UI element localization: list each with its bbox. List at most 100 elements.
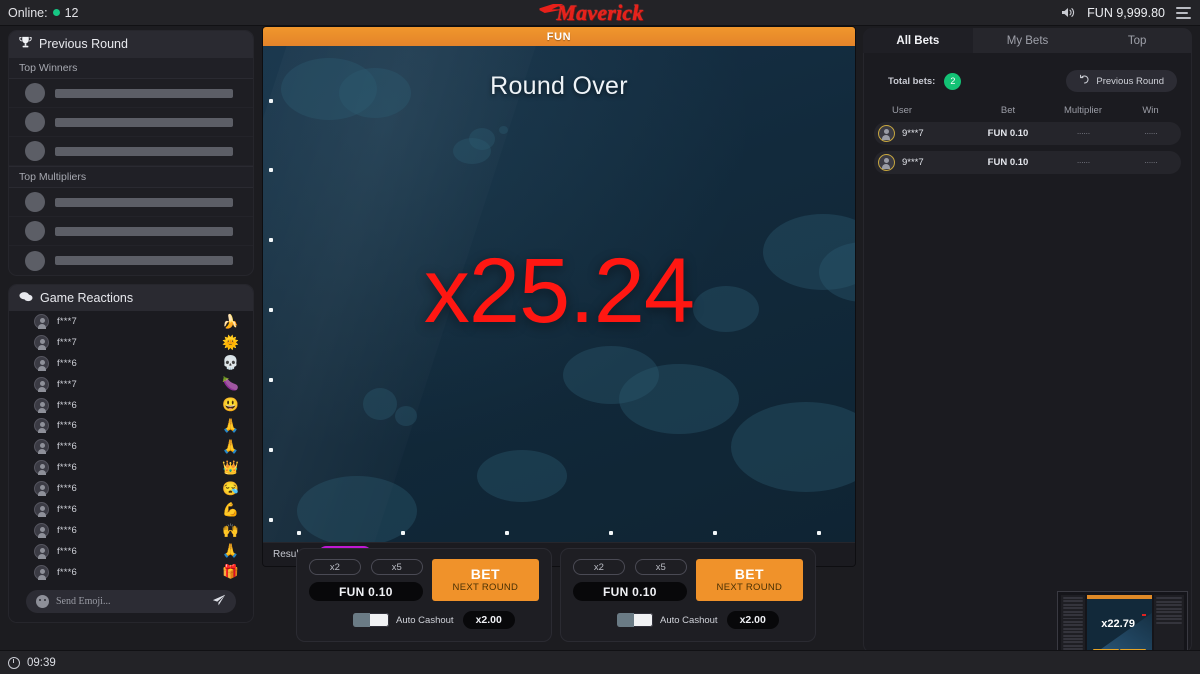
reactions-list[interactable]: f***7 🍌 f***7 🌞 f***6 💀 f***7 🍆 f***6 😃 f***6 🙏 f***…	[9, 311, 253, 583]
avatar	[34, 334, 49, 350]
reaction-username: f***6	[57, 545, 78, 557]
reaction-row: f***6 😃	[9, 395, 253, 416]
auto-cashout-label: Auto Cashout	[660, 614, 718, 626]
send-emoji-input[interactable]: Send Emoji...	[26, 590, 236, 613]
speaker-icon[interactable]	[1061, 6, 1076, 19]
bet-amount-input[interactable]: FUN 0.10	[309, 582, 423, 601]
place-bet-button[interactable]: BET NEXT ROUND	[431, 559, 539, 601]
avatar	[34, 397, 49, 413]
bet-panel: x2 x5 FUN 0.10 BET NEXT ROUND Auto Cashout x2.…	[296, 548, 552, 642]
game-reactions-title: Game Reactions	[40, 291, 134, 305]
bet-multiply-x5-button[interactable]: x5	[634, 559, 687, 575]
axis-tick	[269, 168, 273, 172]
bets-table-header: User Bet Multiplier Win	[864, 92, 1191, 122]
table-row[interactable]: 9***7 FUN 0.10 ······ ······	[874, 151, 1181, 174]
game-canvas: Round Over x25.24	[263, 46, 855, 542]
place-bet-button[interactable]: BET NEXT ROUND	[695, 559, 803, 601]
placeholder-bar	[55, 146, 233, 156]
hamburger-menu-icon[interactable]	[1176, 6, 1191, 19]
reaction-username: f***6	[57, 399, 78, 411]
total-bets-label: Total bets:	[888, 75, 936, 87]
send-paper-plane-icon[interactable]	[212, 593, 226, 610]
reaction-row: f***6 🙌	[9, 520, 253, 541]
placeholder-bar	[55, 117, 233, 127]
avatar	[25, 250, 45, 271]
tab-top[interactable]: Top	[1082, 28, 1192, 53]
online-count: 12	[64, 5, 79, 20]
cloud-decoration	[297, 476, 417, 542]
total-bets-count-badge: 2	[944, 72, 962, 90]
pip-marker-badge	[1142, 614, 1146, 617]
avatar	[34, 481, 49, 497]
bet-amount-input[interactable]: FUN 0.10	[573, 582, 687, 601]
reaction-emoji: 💪	[222, 501, 239, 517]
reaction-row: f***6 👑	[9, 457, 253, 478]
clock-time: 09:39	[27, 656, 56, 669]
cloud-decoration	[731, 402, 855, 492]
reaction-emoji: 😪	[222, 480, 239, 496]
avatar	[34, 313, 49, 329]
total-bets-row: Total bets: 2 Previous Round	[864, 53, 1191, 92]
left-sidebar: Previous Round Top Winners Top Multiplie…	[8, 30, 254, 623]
brand-name: Maverick	[556, 0, 644, 25]
tab-all-bets[interactable]: All Bets	[863, 28, 973, 53]
previous-round-button[interactable]: Previous Round	[1066, 70, 1177, 92]
auto-cashout-value[interactable]: x2.00	[726, 611, 779, 629]
reaction-row: f***7 🍆	[9, 374, 253, 395]
list-item	[9, 188, 253, 217]
axis-tick	[713, 531, 717, 535]
placeholder-bar	[55, 256, 233, 265]
placeholder-bar	[55, 197, 233, 207]
list-item	[9, 137, 253, 166]
auto-cashout-value[interactable]: x2.00	[462, 611, 515, 629]
reaction-username: f***7	[57, 336, 78, 348]
bet-multiply-x2-button[interactable]: x2	[309, 559, 361, 575]
bet-button-label: BET	[734, 566, 764, 583]
brand-logo-wrapper: Maverick	[0, 0, 1200, 26]
reaction-username: f***6	[57, 462, 78, 474]
reaction-row: f***7 🌞	[9, 332, 253, 353]
placeholder-bar	[55, 226, 233, 236]
reaction-username: f***6	[57, 524, 78, 536]
send-emoji-placeholder: Send Emoji...	[56, 596, 111, 607]
top-winners-label: Top Winners	[9, 57, 253, 79]
history-rewind-icon	[1079, 74, 1090, 88]
reaction-emoji: 🙏	[222, 439, 239, 455]
placeholder-bar	[55, 88, 233, 98]
tab-my-bets[interactable]: My Bets	[973, 28, 1083, 53]
avatar	[34, 501, 49, 517]
table-row[interactable]: 9***7 FUN 0.10 ······ ······	[874, 122, 1181, 145]
top-multipliers-list	[9, 188, 253, 275]
reaction-row: f***6 🎁	[9, 562, 253, 583]
auto-cashout-label: Auto Cashout	[396, 614, 454, 626]
bets-table-body: 9***7 FUN 0.10 ······ ······ 9***7 FUN 0.10 ··…	[864, 122, 1191, 174]
bet-multiply-x5-button[interactable]: x5	[370, 559, 423, 575]
list-item	[9, 217, 253, 246]
balance-amount: FUN 9,999.80	[1087, 5, 1165, 20]
avatar	[878, 125, 895, 142]
avatar	[25, 141, 45, 161]
cloud-decoration	[469, 128, 495, 150]
bet-row-user: 9***7	[874, 125, 970, 142]
list-item	[9, 246, 253, 275]
cloud-decoration	[395, 406, 417, 426]
cloud-decoration	[499, 126, 508, 134]
reaction-emoji: 🍌	[222, 313, 239, 329]
smiley-face-icon[interactable]	[36, 595, 49, 608]
bet-row-multiplier: ······	[1076, 128, 1091, 139]
bet-multiply-x2-button[interactable]: x2	[573, 559, 625, 575]
auto-cashout-toggle[interactable]	[617, 613, 653, 627]
column-header-bet: Bet	[1000, 105, 1016, 116]
bet-button-sublabel: NEXT ROUND	[716, 581, 783, 593]
trophy-icon	[19, 36, 32, 52]
clock-icon	[8, 656, 20, 669]
currency-banner: FUN	[263, 27, 855, 46]
game-reactions-header: Game Reactions	[9, 285, 253, 311]
online-indicator-dot	[52, 9, 60, 16]
column-header-user: User	[892, 105, 913, 116]
previous-round-header: Previous Round	[9, 31, 253, 57]
auto-cashout-toggle[interactable]	[353, 613, 389, 627]
cloud-decoration	[477, 450, 567, 502]
reaction-username: f***6	[57, 441, 78, 453]
avatar	[25, 192, 45, 212]
